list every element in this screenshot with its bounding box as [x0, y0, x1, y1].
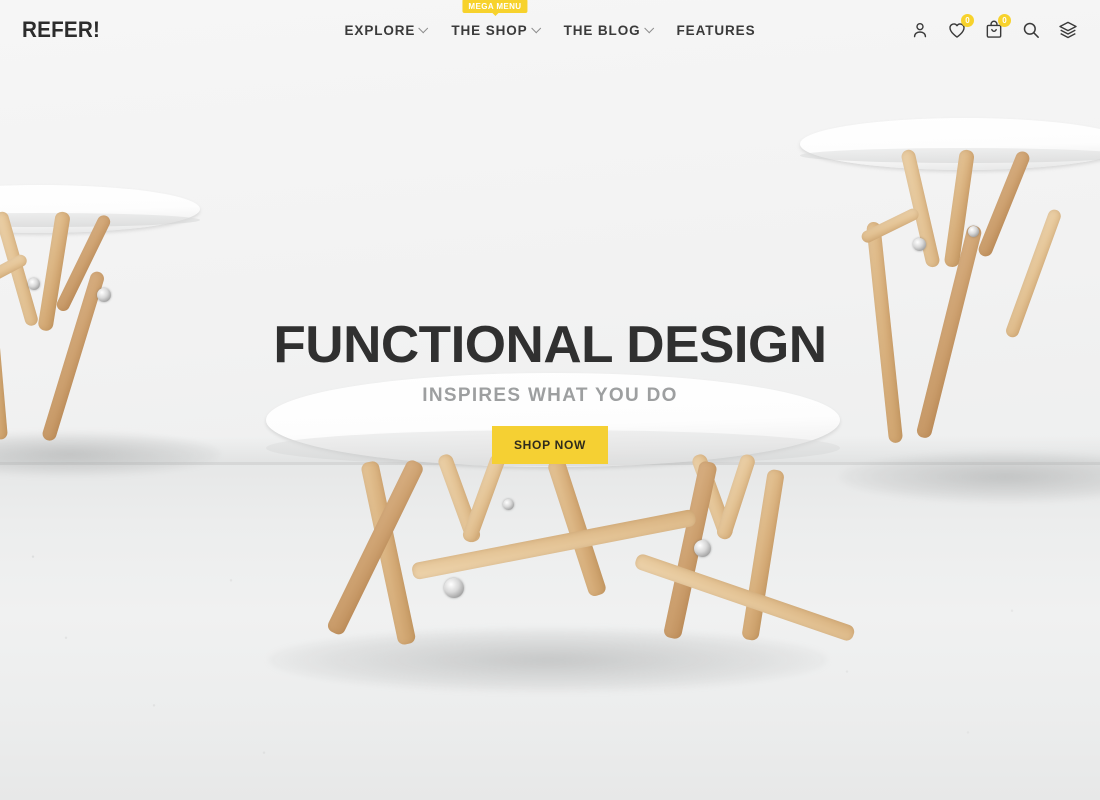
site-header: REFER! EXPLORE MEGA MENU THE SHOP THE BL… [0, 0, 1100, 60]
center-table-bolt-right [694, 540, 711, 557]
nav-item-explore-label: EXPLORE [344, 22, 416, 38]
nav-item-explore[interactable]: EXPLORE [344, 17, 429, 44]
search-icon[interactable] [1021, 20, 1041, 40]
nav-item-the-shop-label: THE SHOP [451, 22, 528, 38]
hero-copy: FUNCTIONAL DESIGN INSPIRES WHAT YOU DO S… [0, 318, 1100, 464]
account-icon[interactable] [910, 20, 930, 40]
hero-subtitle: INSPIRES WHAT YOU DO [422, 384, 678, 406]
hero-section: REFER! EXPLORE MEGA MENU THE SHOP THE BL… [0, 0, 1100, 800]
left-table-bolt-b [97, 288, 111, 302]
nav-item-features-label: FEATURES [676, 22, 756, 38]
center-table-bolt-front [444, 578, 464, 598]
cart-count-badge: 0 [998, 14, 1011, 27]
left-table-bolt-a [28, 278, 40, 290]
layers-icon[interactable] [1058, 20, 1078, 40]
wishlist-heart-icon[interactable]: 0 [947, 14, 974, 40]
nav-item-features[interactable]: FEATURES [677, 17, 756, 44]
center-table-bolt-upper [503, 499, 514, 510]
nav-item-the-blog[interactable]: THE BLOG [563, 17, 654, 44]
site-logo[interactable]: REFER! [22, 17, 100, 43]
right-table-bolt-a [913, 238, 926, 251]
chevron-down-icon [643, 22, 654, 33]
nav-item-the-shop[interactable]: MEGA MENU THE SHOP [451, 0, 541, 44]
wishlist-count-badge: 0 [961, 14, 974, 27]
chevron-down-icon [530, 22, 541, 33]
mega-menu-badge: MEGA MENU [462, 0, 528, 16]
cart-bag-icon[interactable]: 0 [984, 14, 1011, 40]
nav-item-the-blog-label: THE BLOG [563, 22, 641, 38]
hero-title: FUNCTIONAL DESIGN [273, 316, 827, 374]
header-icon-group: 0 0 [910, 14, 1078, 40]
right-table-bolt-b [968, 226, 979, 237]
shop-now-button[interactable]: SHOP NOW [491, 425, 609, 464]
chevron-down-icon [418, 22, 429, 33]
